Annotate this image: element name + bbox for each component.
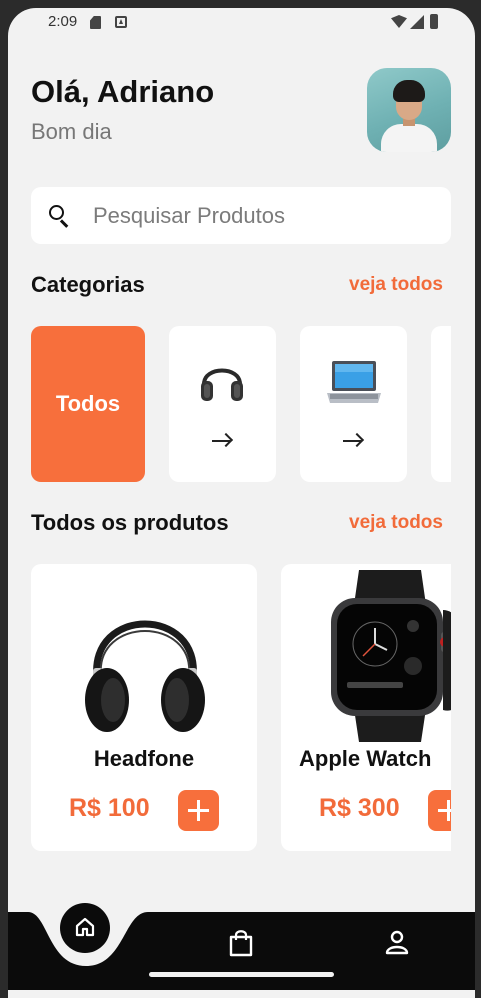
category-all[interactable]: Todos	[31, 326, 145, 482]
add-to-cart-button[interactable]	[178, 790, 219, 831]
phone-frame: 2:09 Olá, Adriano Bom dia Categorias vej…	[0, 0, 481, 998]
arrow-right-icon	[342, 432, 365, 450]
nav-home-button[interactable]	[60, 903, 110, 953]
category-more[interactable]	[431, 326, 451, 482]
category-all-label: Todos	[55, 391, 121, 416]
headphone-image	[85, 620, 205, 732]
status-time: 2:09	[48, 13, 78, 30]
headphone-icon	[201, 368, 243, 401]
search-input[interactable]	[93, 197, 433, 234]
product-list: Headfone R$ 100 Apple Watch R$ 300	[31, 564, 451, 852]
product-card[interactable]: Headfone R$ 100	[31, 564, 257, 851]
categories-see-all-link[interactable]: veja todos	[349, 274, 443, 296]
categories-title: Categorias	[31, 272, 145, 297]
plus-icon	[188, 800, 209, 821]
products-see-all-link[interactable]: veja todos	[349, 512, 443, 534]
product-card[interactable]: Apple Watch R$ 300	[281, 564, 451, 851]
greeting-title: Olá, Adriano	[31, 74, 215, 109]
greeting-subtitle: Bom dia	[31, 119, 112, 144]
avatar-hair	[393, 80, 425, 102]
nav-cart-button[interactable]	[227, 928, 255, 958]
plus-icon	[438, 800, 451, 821]
battery-icon	[430, 14, 438, 29]
product-name: Apple Watch	[299, 746, 432, 771]
nav-profile-button[interactable]	[383, 928, 411, 958]
wifi-icon	[391, 15, 407, 28]
shopping-bag-icon	[229, 930, 253, 957]
category-list: Todos	[31, 326, 451, 482]
sd-card-icon	[90, 16, 101, 29]
category-headphones[interactable]	[169, 326, 276, 482]
product-price: R$ 100	[69, 794, 150, 822]
signal-icon	[410, 15, 424, 29]
search-bar[interactable]	[31, 187, 451, 244]
apple-watch-image	[331, 570, 451, 742]
category-laptops[interactable]	[300, 326, 407, 482]
avatar-shirt	[381, 124, 437, 152]
home-icon	[75, 917, 95, 937]
add-to-cart-button[interactable]	[428, 790, 451, 831]
products-title: Todos os produtos	[31, 510, 229, 535]
product-price: R$ 300	[319, 794, 400, 822]
status-bar: 2:09	[8, 8, 475, 36]
arrow-right-icon	[211, 432, 234, 450]
laptop-icon	[327, 361, 381, 403]
profile-icon	[385, 930, 409, 955]
notification-icon	[115, 16, 127, 28]
avatar[interactable]	[367, 68, 451, 152]
product-name: Headfone	[93, 746, 195, 771]
app-screen: 2:09 Olá, Adriano Bom dia Categorias vej…	[8, 8, 475, 998]
gesture-bar[interactable]	[149, 972, 334, 977]
search-icon	[49, 205, 69, 228]
